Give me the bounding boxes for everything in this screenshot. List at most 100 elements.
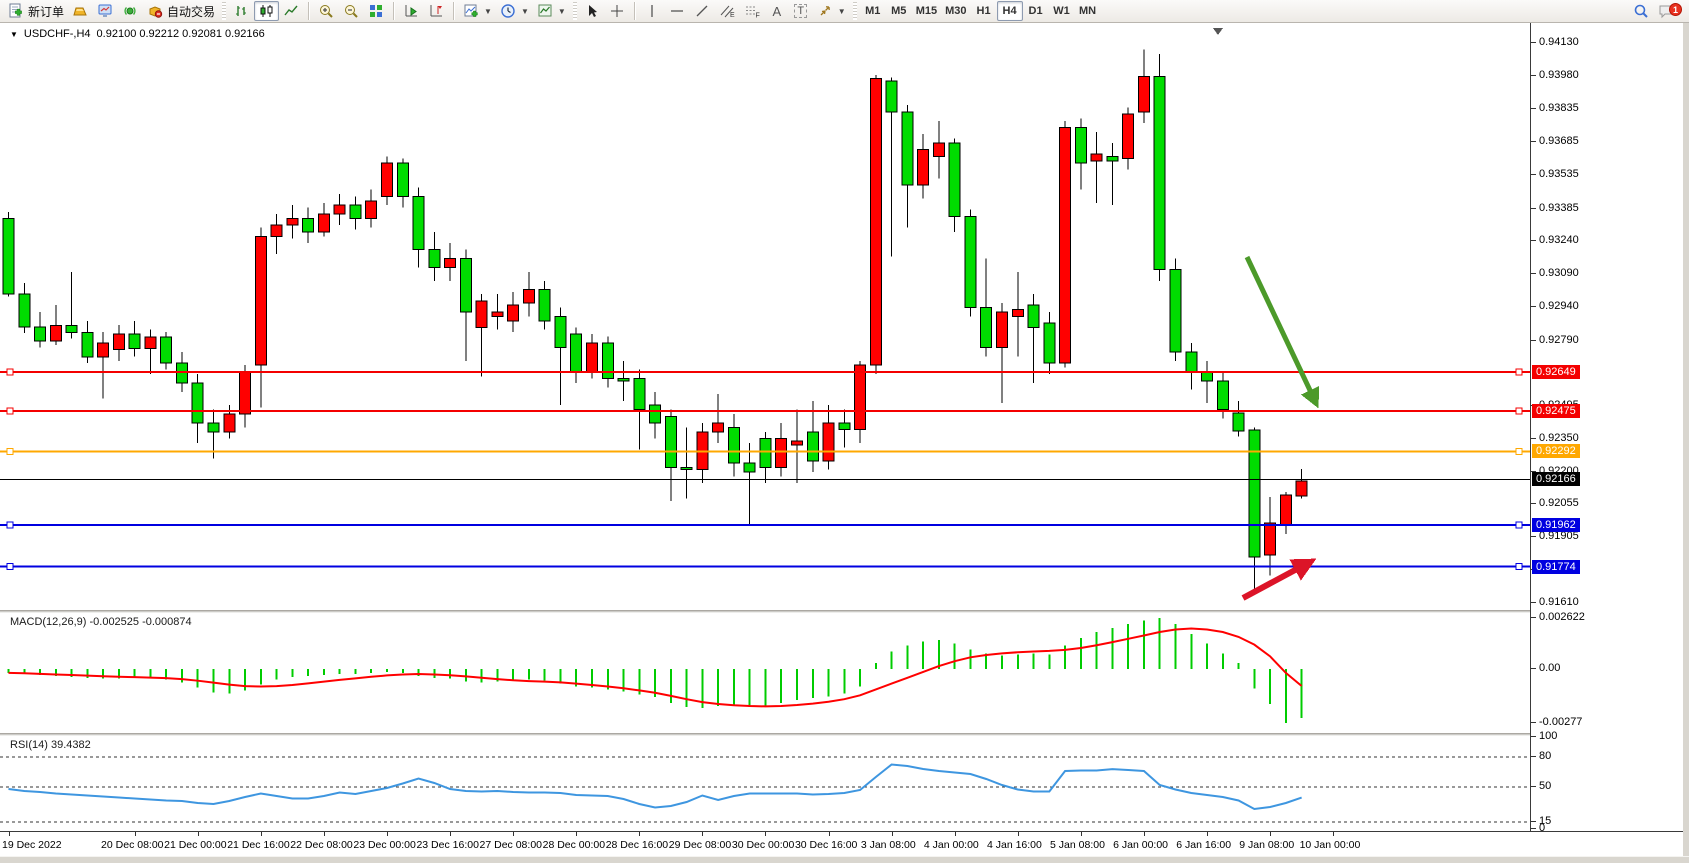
candle: [476, 301, 487, 328]
candle: [1060, 127, 1071, 363]
time-tick: [829, 832, 830, 836]
search-button[interactable]: [1629, 1, 1654, 21]
time-axis[interactable]: 19 Dec 202220 Dec 08:0021 Dec 00:0021 De…: [0, 831, 1689, 856]
candle: [713, 423, 724, 432]
search-icon: [1633, 3, 1650, 19]
time-label: 28 Dec 00:00: [543, 839, 605, 851]
green-arrow-object[interactable]: [1247, 257, 1316, 403]
candle: [1012, 310, 1023, 317]
timeframe-h1-button[interactable]: H1: [971, 1, 997, 21]
time-label: 10 Jan 00:00: [1300, 839, 1361, 851]
candle: [492, 312, 503, 316]
chart-shift-button[interactable]: [424, 1, 449, 21]
timeframe-w1-button[interactable]: W1: [1049, 1, 1075, 21]
candle: [318, 214, 329, 232]
line-handle[interactable]: [1516, 448, 1522, 454]
price-tick-label: 0.93385: [1539, 202, 1579, 214]
auto-scroll-button[interactable]: [399, 1, 424, 21]
timeframe-d1-button[interactable]: D1: [1023, 1, 1049, 21]
macd-tick-label: 0.00: [1539, 662, 1560, 674]
candle: [19, 294, 30, 327]
text-button[interactable]: A: [765, 1, 789, 21]
candle: [35, 327, 46, 341]
candle: [744, 463, 755, 472]
auto-trading-button[interactable]: 自动交易: [143, 1, 219, 21]
price-tick-label: 0.94130: [1539, 36, 1579, 48]
candle: [255, 236, 266, 365]
fibonacci-button[interactable]: F: [740, 1, 765, 21]
signals-button[interactable]: [118, 1, 143, 21]
candle: [728, 427, 739, 463]
line-chart-button[interactable]: [279, 1, 304, 21]
rsi-label: RSI(14) 39.4382: [10, 739, 91, 751]
time-tick: [261, 832, 262, 836]
macd-chart-surface[interactable]: [0, 613, 1530, 733]
line-handle[interactable]: [7, 522, 13, 528]
candle: [366, 201, 377, 219]
channel-button[interactable]: E: [715, 1, 740, 21]
time-tick: [1081, 832, 1082, 836]
arrows-button[interactable]: ▼: [813, 1, 850, 21]
templates-button[interactable]: ▼: [533, 1, 570, 21]
chart-menu-icon[interactable]: ▼: [10, 30, 18, 39]
timeframe-m30-button[interactable]: M30: [941, 1, 970, 21]
candle: [870, 79, 881, 366]
zoom-in-button[interactable]: [314, 1, 339, 21]
time-label: 21 Dec 00:00: [164, 839, 226, 851]
timeframe-mn-button[interactable]: MN: [1075, 1, 1101, 21]
line-handle[interactable]: [7, 448, 13, 454]
candle: [523, 290, 534, 303]
line-handle[interactable]: [7, 369, 13, 375]
price-line-badge: 0.92475: [1532, 404, 1580, 418]
chart-monitor-button[interactable]: [93, 1, 118, 21]
timeframe-m1-button[interactable]: M1: [860, 1, 886, 21]
horizontal-line-button[interactable]: [665, 1, 690, 21]
candle: [602, 343, 613, 379]
candle: [129, 334, 140, 348]
trendline-button[interactable]: [690, 1, 715, 21]
dropdown-caret-icon: ▼: [521, 7, 529, 16]
mt4-terminal: 新订单 自动交易: [0, 0, 1689, 863]
candles-chart-button[interactable]: [254, 1, 279, 21]
cursor-button[interactable]: [580, 1, 605, 21]
chart-shift-marker[interactable]: [1213, 28, 1223, 35]
price-tick-label: 0.93980: [1539, 69, 1579, 81]
tile-windows-button[interactable]: [364, 1, 389, 21]
time-label: 28 Dec 16:00: [606, 839, 668, 851]
line-handle[interactable]: [1516, 522, 1522, 528]
gold-ingot-button[interactable]: [68, 1, 93, 21]
timeframe-m15-button[interactable]: M15: [912, 1, 941, 21]
horizontal-line-icon: [669, 3, 686, 19]
candle: [586, 343, 597, 372]
price-axis[interactable]: 0.941300.939800.938350.936850.935350.933…: [1530, 23, 1683, 856]
candle: [350, 205, 361, 218]
toolbar-grip: [573, 2, 577, 20]
time-tick: [1207, 832, 1208, 836]
notifications-button[interactable]: 1: [1654, 1, 1679, 21]
price-tick-label: 0.91905: [1539, 530, 1579, 542]
vertical-line-button[interactable]: [640, 1, 665, 21]
line-handle[interactable]: [1516, 408, 1522, 414]
line-handle[interactable]: [7, 564, 13, 570]
new-order-button[interactable]: 新订单: [4, 1, 68, 21]
price-chart-surface[interactable]: [0, 25, 1530, 610]
periods-button[interactable]: ▼: [496, 1, 533, 21]
rsi-chart-surface[interactable]: [0, 736, 1530, 831]
bars-chart-button[interactable]: [229, 1, 254, 21]
crosshair-button[interactable]: [605, 1, 630, 21]
line-handle[interactable]: [1516, 564, 1522, 570]
text-label-button[interactable]: T: [789, 1, 813, 21]
timeframe-m5-button[interactable]: M5: [886, 1, 912, 21]
notification-badge: 1: [1669, 3, 1682, 16]
chart-title-row: ▼ USDCHF-,H4 0.92100 0.92212 0.92081 0.9…: [10, 28, 265, 40]
zoom-out-button[interactable]: [339, 1, 364, 21]
line-handle[interactable]: [1516, 369, 1522, 375]
indicators-button[interactable]: ▼: [459, 1, 496, 21]
chart-monitor-icon: [97, 3, 114, 19]
time-label: 29 Dec 08:00: [669, 839, 731, 851]
candle: [1123, 114, 1134, 158]
candle: [933, 143, 944, 156]
timeframe-h4-button[interactable]: H4: [997, 1, 1023, 21]
candle: [855, 365, 866, 429]
line-handle[interactable]: [7, 408, 13, 414]
